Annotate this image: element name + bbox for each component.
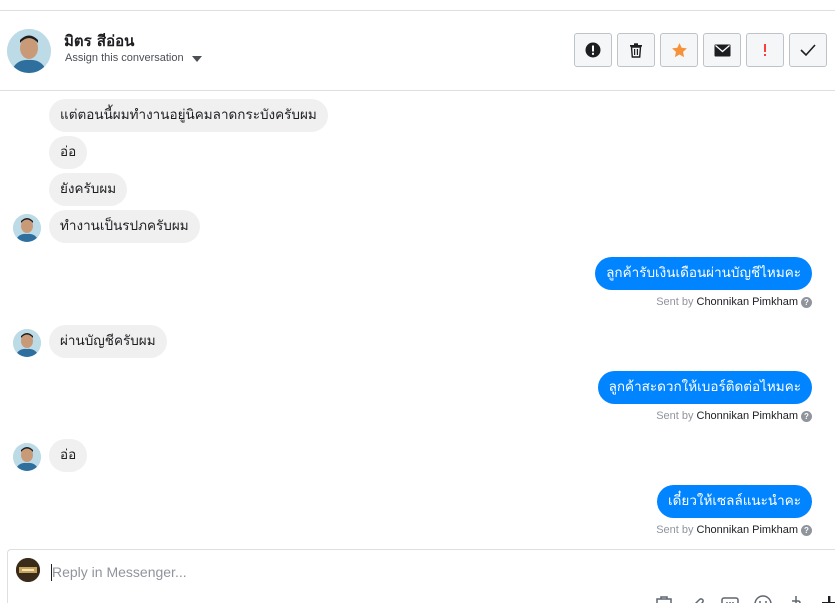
- exclamation-circle-icon: [585, 42, 601, 58]
- incoming-message: ยังครับผม: [49, 173, 128, 206]
- assign-conversation-dropdown[interactable]: Assign this conversation: [65, 52, 202, 64]
- question-icon[interactable]: ?: [801, 524, 812, 536]
- sent-by-prefix: Sent by: [656, 296, 694, 308]
- checkmark-icon: [800, 44, 816, 57]
- reply-input[interactable]: [52, 562, 652, 582]
- page-avatar: [16, 558, 40, 582]
- attachment-icon[interactable]: [687, 593, 707, 603]
- mark-done-button[interactable]: [789, 33, 827, 67]
- shop-icon[interactable]: [654, 593, 674, 603]
- question-icon[interactable]: ?: [801, 410, 812, 422]
- conversation-header: มิตร สีอ่อน Assign this conversation: [0, 11, 835, 91]
- contact-message-avatar: [13, 214, 41, 242]
- envelope-icon: [714, 44, 730, 56]
- contact-avatar[interactable]: [7, 29, 51, 73]
- incoming-message: แต่ตอนนี้ผมทำงานอยู่นิคมลาดกระบังครับผม: [49, 99, 328, 132]
- contact-message-avatar: [13, 329, 41, 357]
- sent-by-agent: Chonnikan Pimkham: [696, 524, 799, 536]
- sent-by-agent: Chonnikan Pimkham: [696, 410, 799, 422]
- trash-icon: [630, 43, 642, 58]
- star-icon: [671, 42, 687, 57]
- message-thread[interactable]: แต่ตอนนี้ผมทำงานอยู่นิคมลาดกระบังครับผม …: [0, 91, 835, 549]
- sent-by-prefix: Sent by: [656, 410, 694, 422]
- reply-composer: [7, 549, 835, 603]
- saved-replies-icon[interactable]: [720, 593, 740, 603]
- delete-button[interactable]: [617, 33, 655, 67]
- emoji-icon[interactable]: [753, 593, 773, 603]
- caret-down-icon: [191, 55, 202, 62]
- sent-by-label: Sent by Chonnikan Pimkham ?: [656, 410, 812, 422]
- outgoing-message: ลูกค้ารับเงินเดือนผ่านบัญชีไหมคะ: [595, 257, 812, 290]
- conversation-actions: [574, 33, 827, 67]
- incoming-message: ทำงานเป็นรปภครับผม: [49, 210, 200, 243]
- composer-tools: [654, 593, 835, 603]
- sent-by-prefix: Sent by: [656, 524, 694, 536]
- sent-by-label: Sent by Chonnikan Pimkham ?: [656, 524, 812, 536]
- incoming-message: อ่อ: [49, 439, 88, 472]
- mark-unread-button[interactable]: [703, 33, 741, 67]
- contact-name: มิตร สีอ่อน: [64, 32, 135, 50]
- sent-by-label: Sent by Chonnikan Pimkham ?: [656, 296, 812, 308]
- sent-by-agent: Chonnikan Pimkham: [696, 296, 799, 308]
- incoming-message: อ่อ: [49, 136, 88, 169]
- outgoing-message: ลูกค้าสะดวกให้เบอร์ติดต่อไหมคะ: [597, 371, 812, 404]
- star-button[interactable]: [660, 33, 698, 67]
- contact-message-avatar: [13, 443, 41, 471]
- outgoing-message: เดี๋ยวให้เซลล์แนะนำคะ: [657, 485, 812, 518]
- question-icon[interactable]: ?: [801, 296, 812, 308]
- mark-spam-button[interactable]: [574, 33, 612, 67]
- exclamation-icon: [764, 44, 766, 56]
- assign-conversation-label: Assign this conversation: [65, 52, 184, 64]
- payment-icon[interactable]: [786, 593, 806, 603]
- plus-icon[interactable]: [819, 593, 835, 603]
- incoming-message: ผ่านบัญชีครับผม: [49, 325, 167, 358]
- flag-important-button[interactable]: [746, 33, 784, 67]
